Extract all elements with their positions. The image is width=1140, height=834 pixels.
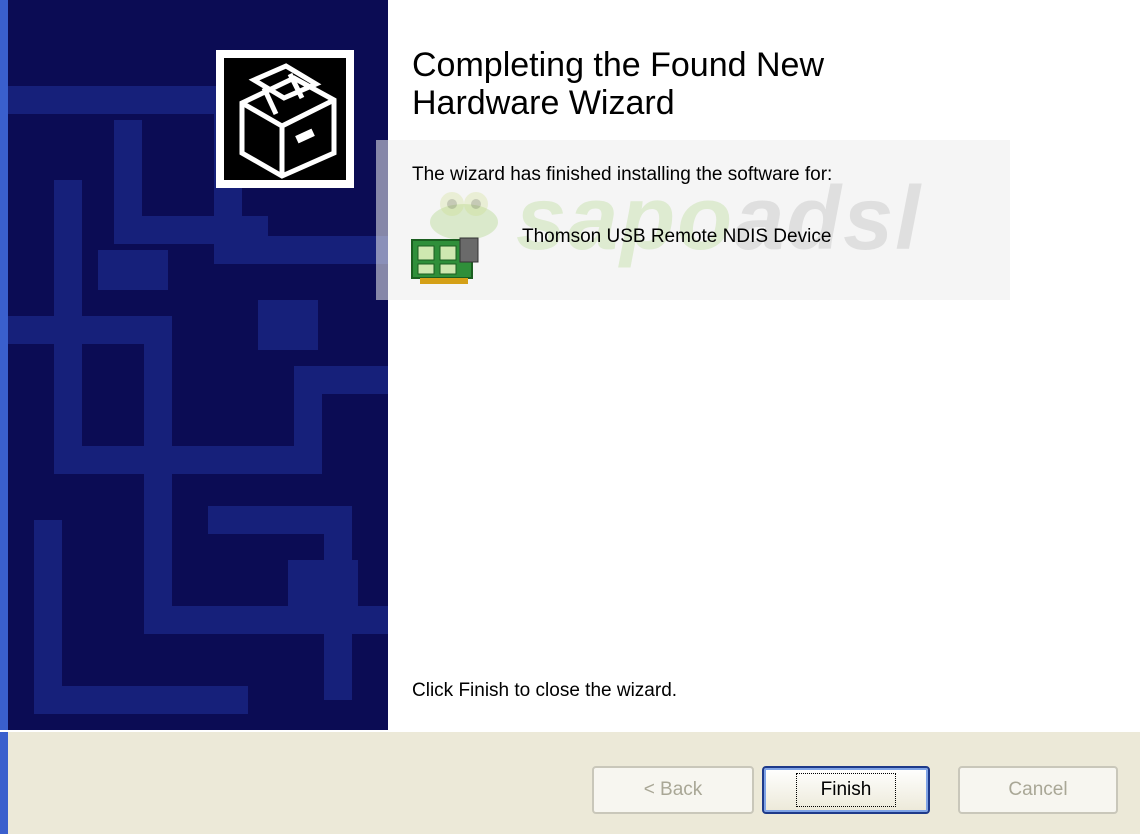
wizard-content: sapoadsl Completing the Found New Hardwa… (376, 0, 1140, 730)
back-button-label: < Back (643, 779, 703, 800)
page-title: Completing the Found New Hardware Wizard (412, 46, 825, 122)
back-button[interactable]: < Back (592, 766, 754, 814)
wizard-sidebar (8, 0, 388, 730)
device-name: Thomson USB Remote NDIS Device (522, 226, 832, 247)
button-bar: < Back Finish Cancel (0, 730, 1140, 834)
cancel-button-label: Cancel (1008, 779, 1068, 800)
network-card-icon (411, 237, 479, 284)
finish-button-label: Finish (795, 773, 897, 807)
intro-text: The wizard has finished installing the s… (412, 164, 833, 185)
window-frame-edge-bottom (0, 732, 8, 834)
finish-button[interactable]: Finish (762, 766, 930, 814)
window-frame-edge (0, 0, 8, 834)
hardware-install-icon (216, 50, 354, 188)
wizard-window: sapoadsl Completing the Found New Hardwa… (0, 0, 1140, 834)
finish-instruction: Click Finish to close the wizard. (412, 680, 678, 701)
cancel-button[interactable]: Cancel (958, 766, 1118, 814)
